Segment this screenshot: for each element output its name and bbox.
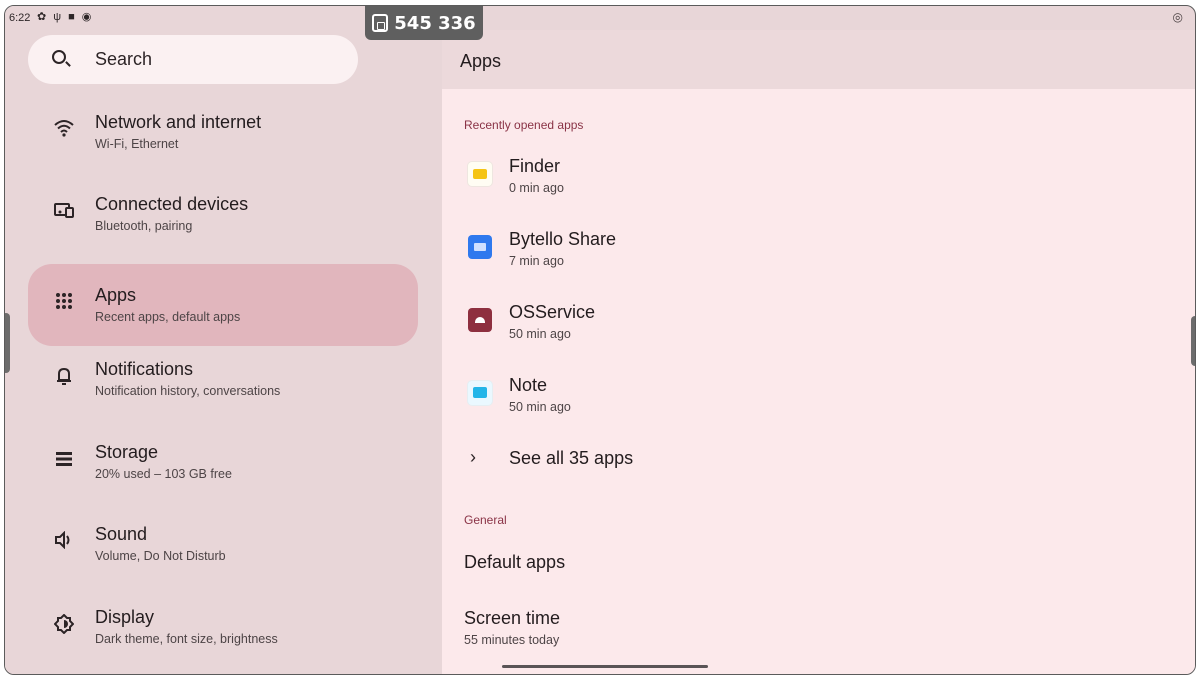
storage-icon [52,449,76,473]
screen-share-icon [372,14,389,32]
app-last-opened: 7 min ago [509,254,564,268]
right-edge-handle[interactable] [1191,316,1195,366]
sidebar-item-connected-devices[interactable]: Connected devices Bluetooth, pairing [28,173,418,255]
sidebar-item-subtitle: Volume, Do Not Disturb [95,549,226,563]
screen-time-item[interactable]: Screen time 55 minutes today [464,608,1064,647]
sidebar-item-title: Storage [95,442,159,462]
app-name: Bytello Share [509,229,617,249]
square-icon: ■ [68,11,75,23]
sidebar-item-subtitle: Wi-Fi, Ethernet [95,137,179,151]
apps-grid-icon [52,292,76,316]
sidebar-item-title: Display [95,607,155,627]
session-code: 545 336 [394,12,476,34]
section-title-recent: Recently opened apps [464,118,584,132]
default-apps-item[interactable]: Default apps [464,552,1064,573]
sidebar-item-subtitle: 20% used – 103 GB free [95,467,232,481]
page-title: Apps [460,51,502,71]
status-icons: ✿ ψ ■ ◉ [37,11,91,23]
settings-sidebar: Search Network and internet Wi-Fi, Ether… [5,6,442,674]
apps-header: Apps [442,30,1195,89]
sidebar-item-display[interactable]: Display Dark theme, font size, brightnes… [28,586,418,668]
app-name: OSService [509,302,596,322]
see-all-label: See all 35 apps [509,448,634,468]
chevron-right-icon: › [470,447,476,467]
app-row-bytello-share[interactable]: Bytello Share 7 min ago [464,218,1064,278]
screen-time-title: Screen time [464,608,561,628]
speaker-icon [52,530,76,555]
wifi-icon [52,119,76,143]
sidebar-item-subtitle: Notification history, conversations [95,384,281,398]
note-icon [468,381,492,405]
hotspot-icon: ◎ [1172,10,1183,24]
sidebar-item-title: Apps [95,285,137,305]
app-row-note[interactable]: Note 50 min ago [464,364,1064,424]
sidebar-item-title: Network and internet [95,112,262,132]
default-apps-label: Default apps [464,552,566,572]
osservice-icon [468,308,492,332]
status-time: 6:22 [9,12,31,24]
tablet-screen: Search Network and internet Wi-Fi, Ether… [4,5,1196,675]
status-bar: 6:22 ✿ ψ ■ ◉ ◎ [5,6,1195,30]
app-row-finder[interactable]: Finder 0 min ago [464,145,1064,205]
section-title-general: General [464,513,507,527]
sidebar-item-storage[interactable]: Storage 20% used – 103 GB free [28,421,418,503]
brightness-icon [52,613,76,638]
search-label: Search [95,49,153,69]
app-last-opened: 50 min ago [509,327,571,341]
app-name: Note [509,375,548,395]
devices-icon [52,201,76,225]
session-code-pill[interactable]: 545 336 [365,6,483,40]
settings-icon: ✿ [37,11,47,23]
sidebar-item-subtitle: Dark theme, font size, brightness [95,632,278,646]
left-edge-handle[interactable] [5,313,10,373]
sidebar-item-network[interactable]: Network and internet Wi-Fi, Ethernet [28,91,418,173]
app-last-opened: 0 min ago [509,181,564,195]
sidebar-item-title: Notifications [95,359,194,379]
search-icon [52,50,66,64]
sidebar-item-sound[interactable]: Sound Volume, Do Not Disturb [28,503,418,585]
sidebar-item-subtitle: Recent apps, default apps [95,310,241,324]
sidebar-item-apps[interactable]: Apps Recent apps, default apps [28,264,418,346]
bytello-share-icon [468,235,492,259]
sidebar-item-title: Connected devices [95,194,249,214]
app-name: Finder [509,156,561,176]
sidebar-item-notifications[interactable]: Notifications Notification history, conv… [28,338,418,420]
finder-icon [468,162,492,186]
sidebar-item-title: Sound [95,524,148,544]
screen-time-subtitle: 55 minutes today [464,633,560,647]
bell-icon [52,366,76,390]
app-row-osservice[interactable]: OSService 50 min ago [464,291,1064,351]
circle-icon: ◉ [81,11,92,23]
app-last-opened: 50 min ago [509,400,571,414]
home-indicator[interactable] [502,665,708,668]
sidebar-item-subtitle: Bluetooth, pairing [95,219,193,233]
apps-content: Recently opened apps Finder 0 min ago By… [442,89,1195,674]
usb-icon: ψ [53,11,62,23]
see-all-apps-link[interactable]: › See all 35 apps [464,439,864,479]
search-bar[interactable]: Search [28,35,358,84]
